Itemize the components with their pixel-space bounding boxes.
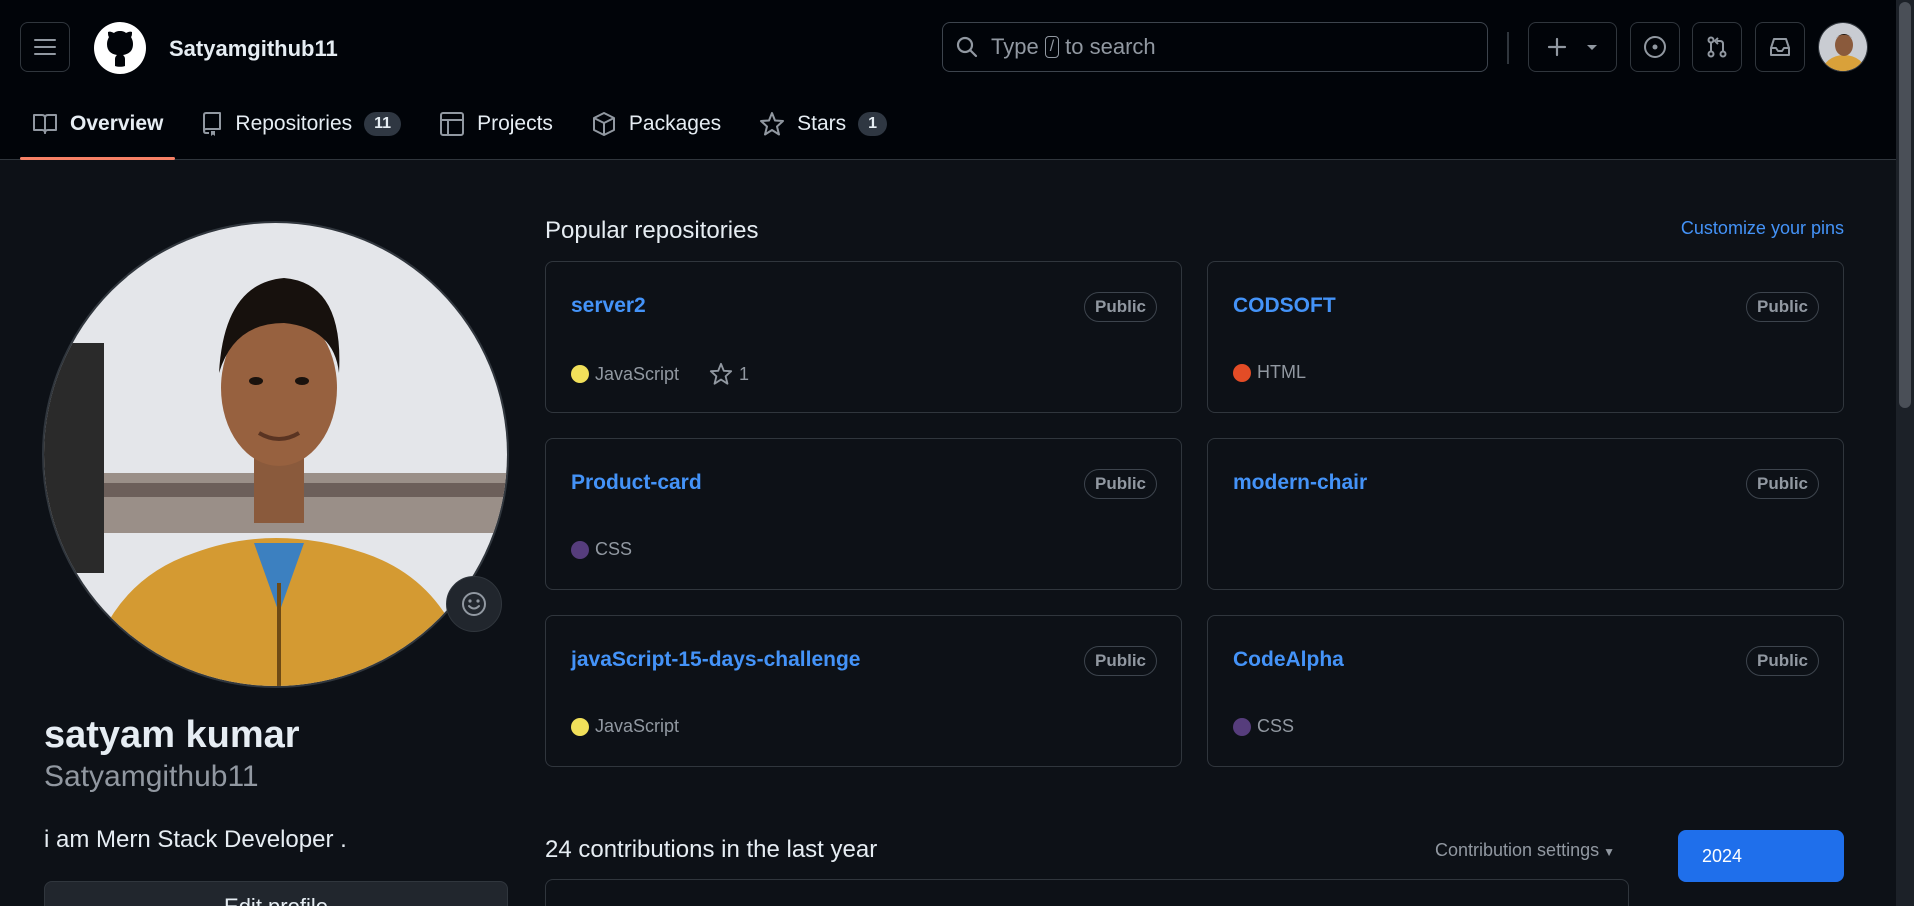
visibility-badge: Public: [1745, 469, 1819, 499]
star-count: 1: [739, 363, 750, 384]
book-icon: [33, 114, 57, 134]
language-color-dot: [1233, 363, 1251, 382]
caret-down-icon: ▼: [1603, 845, 1615, 859]
repo-meta: JavaScript: [571, 716, 679, 737]
tab-overview[interactable]: Overview: [20, 104, 176, 160]
repo-card: modern-chair Public: [1207, 438, 1844, 590]
stargazers-link[interactable]: 1: [709, 362, 749, 386]
popular-repos-title: Popular repositories: [545, 217, 759, 244]
repo-language: CSS: [1257, 716, 1295, 736]
app-header: Satyamgithub11 Type / to search Overview…: [0, 0, 1896, 160]
plus-icon: [1547, 37, 1566, 57]
star-icon: [709, 362, 733, 385]
profile-photo: [42, 221, 509, 688]
repo-language: JavaScript: [595, 716, 680, 736]
language-color-dot: [571, 365, 589, 383]
search-placeholder-pre: Type: [991, 34, 1039, 59]
repo-card: CODSOFT Public HTML: [1207, 261, 1844, 413]
user-avatar[interactable]: [1818, 22, 1868, 72]
avatar-image: [1819, 23, 1867, 71]
language-color-dot: [1233, 717, 1251, 736]
repo-icon: [203, 112, 222, 136]
profile-login: Satyamgithub11: [44, 760, 259, 793]
repo-card: server2 Public JavaScript 1: [545, 261, 1182, 413]
smiley-icon: [462, 592, 486, 616]
search-input[interactable]: Type / to search: [942, 22, 1488, 72]
repo-name-link[interactable]: modern-chair: [1233, 471, 1367, 495]
pull-requests-button[interactable]: [1692, 22, 1742, 72]
edit-profile-button[interactable]: Edit profile: [44, 881, 508, 906]
repo-card: CodeAlpha Public CSS: [1207, 615, 1844, 767]
pull-request-icon: [1707, 36, 1727, 58]
header-divider: [1507, 32, 1509, 64]
repo-meta: CSS: [1233, 716, 1294, 737]
repo-language: JavaScript: [595, 363, 680, 384]
package-icon: [592, 112, 615, 136]
header-username[interactable]: Satyamgithub11: [169, 36, 338, 62]
inbox-icon: [1770, 38, 1790, 56]
inbox-button[interactable]: [1755, 22, 1805, 72]
contributions-title: 24 contributions in the last year: [545, 836, 878, 863]
repo-name-link[interactable]: CODSOFT: [1233, 294, 1336, 318]
search-shortcut-key: /: [1044, 36, 1060, 58]
tab-label: Overview: [70, 112, 164, 135]
profile-full-name: satyam kumar: [44, 714, 300, 756]
issues-button[interactable]: [1630, 22, 1680, 72]
repo-card: Product-card Public CSS: [545, 438, 1182, 590]
create-new-button[interactable]: [1528, 22, 1617, 72]
github-logo-icon[interactable]: [94, 22, 146, 74]
search-icon: [956, 36, 978, 58]
visibility-badge: Public: [1745, 646, 1819, 676]
menu-button[interactable]: [20, 22, 70, 72]
repo-meta: CSS: [571, 539, 632, 560]
tab-stars[interactable]: Stars 1: [747, 104, 899, 144]
visibility-badge: Public: [1083, 646, 1157, 676]
tab-repositories[interactable]: Repositories 11: [189, 104, 413, 144]
tab-label: Repositories: [235, 112, 353, 135]
issue-icon: [1644, 36, 1666, 58]
repo-meta: HTML: [1233, 362, 1306, 383]
page-scrollbar[interactable]: [1896, 0, 1914, 906]
repo-name-link[interactable]: server2: [571, 294, 646, 318]
language-color-dot: [571, 540, 589, 559]
customize-pins-link[interactable]: Customize your pins: [1681, 218, 1844, 239]
language-color-dot: [571, 717, 589, 736]
repo-meta: JavaScript 1: [571, 362, 749, 386]
star-icon: [760, 112, 785, 136]
repo-card: javaScript-15-days-challenge Public Java…: [545, 615, 1182, 767]
repo-name-link[interactable]: javaScript-15-days-challenge: [571, 648, 860, 672]
tab-label: Projects: [477, 112, 553, 135]
profile-tabs: Overview Repositories 11 Projects Packag…: [20, 104, 913, 160]
tab-packages[interactable]: Packages: [579, 104, 733, 144]
tab-label: Packages: [628, 112, 722, 135]
tab-label: Stars: [797, 112, 847, 135]
visibility-badge: Public: [1083, 292, 1157, 322]
search-placeholder-post: to search: [1065, 34, 1156, 59]
tab-projects[interactable]: Projects: [427, 104, 565, 144]
repo-name-link[interactable]: Product-card: [571, 471, 702, 495]
repo-name-link[interactable]: CodeAlpha: [1233, 648, 1344, 672]
contribution-graph: [545, 879, 1629, 906]
year-2024-button[interactable]: 2024: [1678, 830, 1844, 882]
contribution-settings-label: Contribution settings: [1435, 840, 1600, 860]
profile-photo-image: [44, 223, 507, 686]
repo-language: HTML: [1257, 362, 1306, 382]
stars-count-badge: 1: [858, 112, 888, 136]
set-status-button[interactable]: [446, 576, 502, 632]
profile-bio: i am Mern Stack Developer .: [44, 826, 347, 853]
visibility-badge: Public: [1083, 469, 1157, 499]
hamburger-icon: [34, 39, 56, 55]
caret-down-icon: [1586, 45, 1597, 50]
contribution-settings-dropdown[interactable]: Contribution settings ▼: [1435, 840, 1615, 861]
table-icon: [440, 112, 465, 136]
repo-count-badge: 11: [364, 112, 402, 136]
repo-language: CSS: [595, 539, 633, 559]
scrollbar-thumb[interactable]: [1899, 2, 1911, 408]
visibility-badge: Public: [1745, 292, 1819, 322]
